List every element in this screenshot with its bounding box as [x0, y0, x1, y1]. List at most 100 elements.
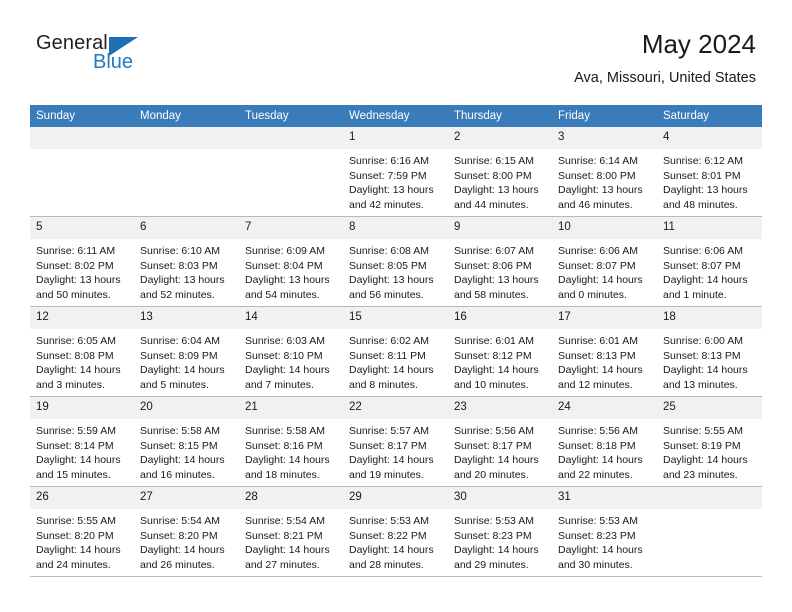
day-cell-inner: 7 Sunrise: 6:09 AM Sunset: 8:04 PM Daylight… — [239, 217, 343, 306]
sunset-time: Sunset: 8:21 PM — [245, 529, 323, 542]
calendar-day-cell[interactable]: 28 Sunrise: 5:54 AM Sunset: 8:21 PM Dayligh… — [239, 486, 343, 577]
day-sun-info: Sunrise: 6:10 AM Sunset: 8:03 PM Daylight:… — [134, 239, 239, 302]
day-sun-info: Sunrise: 5:58 AM Sunset: 8:16 PM Daylight:… — [239, 419, 343, 482]
calendar-week-row: 26 Sunrise: 5:55 AM Sunset: 8:20 PM Dayligh… — [30, 486, 762, 577]
calendar-day-cell[interactable]: 8 Sunrise: 6:08 AM Sunset: 8:05 PM Daylight… — [343, 216, 448, 307]
calendar-day-cell[interactable]: 24 Sunrise: 5:56 AM Sunset: 8:18 PM Dayligh… — [552, 396, 657, 487]
sunset-time: Sunset: 8:08 PM — [36, 349, 114, 362]
daylight-duration: Daylight: 13 hours and 52 minutes. — [140, 274, 225, 301]
sunset-time: Sunset: 8:13 PM — [663, 349, 741, 362]
calendar-day-cell[interactable]: 6 Sunrise: 6:10 AM Sunset: 8:03 PM Daylight… — [134, 216, 239, 307]
day-number: 12 — [30, 307, 134, 329]
daylight-duration: Daylight: 14 hours and 13 minutes. — [663, 364, 748, 391]
day-sun-info: Sunrise: 6:06 AM Sunset: 8:07 PM Daylight:… — [552, 239, 657, 302]
sunset-time: Sunset: 8:03 PM — [140, 259, 218, 272]
calendar-day-cell[interactable]: 5 Sunrise: 6:11 AM Sunset: 8:02 PM Daylight… — [30, 216, 134, 307]
calendar-day-cell[interactable]: 3 Sunrise: 6:14 AM Sunset: 8:00 PM Daylight… — [552, 127, 657, 217]
day-number: 9 — [448, 217, 552, 239]
calendar-day-cell[interactable]: 20 Sunrise: 5:58 AM Sunset: 8:15 PM Dayligh… — [134, 396, 239, 487]
calendar-day-cell[interactable]: 9 Sunrise: 6:07 AM Sunset: 8:06 PM Daylight… — [448, 216, 552, 307]
sunrise-time: Sunrise: 5:53 AM — [558, 515, 638, 527]
calendar-week-row: 1 Sunrise: 6:16 AM Sunset: 7:59 PM Daylight… — [30, 127, 762, 217]
daylight-duration: Daylight: 14 hours and 1 minute. — [663, 274, 748, 301]
day-sun-info: Sunrise: 5:53 AM Sunset: 8:23 PM Daylight:… — [448, 509, 552, 572]
calendar-day-cell[interactable]: 14 Sunrise: 6:03 AM Sunset: 8:10 PM Dayligh… — [239, 306, 343, 397]
day-sun-info: Sunrise: 5:53 AM Sunset: 8:22 PM Daylight:… — [343, 509, 448, 572]
day-sun-info: Sunrise: 5:59 AM Sunset: 8:14 PM Daylight:… — [30, 419, 134, 482]
sunset-time: Sunset: 8:23 PM — [558, 529, 636, 542]
day-number: 21 — [239, 397, 343, 419]
day-cell-inner: 27 Sunrise: 5:54 AM Sunset: 8:20 PM Dayligh… — [134, 487, 239, 576]
calendar-day-cell[interactable]: 23 Sunrise: 5:56 AM Sunset: 8:17 PM Dayligh… — [448, 396, 552, 487]
day-number: 27 — [134, 487, 239, 509]
day-sun-info: Sunrise: 6:01 AM Sunset: 8:13 PM Daylight:… — [552, 329, 657, 392]
sunset-time: Sunset: 8:07 PM — [558, 259, 636, 272]
calendar-day-cell[interactable]: 15 Sunrise: 6:02 AM Sunset: 8:11 PM Dayligh… — [343, 306, 448, 397]
calendar-week-row: 5 Sunrise: 6:11 AM Sunset: 8:02 PM Daylight… — [30, 216, 762, 307]
day-number: 30 — [448, 487, 552, 509]
day-cell-inner: 19 Sunrise: 5:59 AM Sunset: 8:14 PM Dayligh… — [30, 397, 134, 486]
sunset-time: Sunset: 8:10 PM — [245, 349, 323, 362]
weekday-header-thursday: Thursday — [448, 105, 552, 127]
day-cell-inner: 22 Sunrise: 5:57 AM Sunset: 8:17 PM Dayligh… — [343, 397, 448, 486]
calendar-day-cell[interactable]: 29 Sunrise: 5:53 AM Sunset: 8:22 PM Dayligh… — [343, 486, 448, 577]
sunrise-time: Sunrise: 6:15 AM — [454, 155, 534, 167]
sunrise-time: Sunrise: 6:00 AM — [663, 335, 743, 347]
daylight-duration: Daylight: 14 hours and 0 minutes. — [558, 274, 643, 301]
calendar-day-cell[interactable]: 18 Sunrise: 6:00 AM Sunset: 8:13 PM Dayligh… — [657, 306, 762, 397]
day-sun-info: Sunrise: 6:09 AM Sunset: 8:04 PM Daylight:… — [239, 239, 343, 302]
sunrise-time: Sunrise: 6:06 AM — [663, 245, 743, 257]
day-cell-inner: 25 Sunrise: 5:55 AM Sunset: 8:19 PM Dayligh… — [657, 397, 762, 486]
day-number — [657, 487, 762, 509]
calendar-day-cell[interactable]: 30 Sunrise: 5:53 AM Sunset: 8:23 PM Dayligh… — [448, 486, 552, 577]
calendar-day-cell[interactable]: 19 Sunrise: 5:59 AM Sunset: 8:14 PM Dayligh… — [30, 396, 134, 487]
sunset-time: Sunset: 8:20 PM — [36, 529, 114, 542]
calendar-day-cell[interactable]: 22 Sunrise: 5:57 AM Sunset: 8:17 PM Dayligh… — [343, 396, 448, 487]
daylight-duration: Daylight: 14 hours and 26 minutes. — [140, 544, 225, 571]
day-sun-info: Sunrise: 5:57 AM Sunset: 8:17 PM Daylight:… — [343, 419, 448, 482]
day-number: 23 — [448, 397, 552, 419]
daylight-duration: Daylight: 14 hours and 20 minutes. — [454, 454, 539, 481]
calendar-day-cell[interactable]: 21 Sunrise: 5:58 AM Sunset: 8:16 PM Dayligh… — [239, 396, 343, 487]
day-number: 20 — [134, 397, 239, 419]
daylight-duration: Daylight: 14 hours and 23 minutes. — [663, 454, 748, 481]
calendar-day-cell[interactable]: 2 Sunrise: 6:15 AM Sunset: 8:00 PM Daylight… — [448, 127, 552, 217]
sunrise-time: Sunrise: 5:58 AM — [140, 425, 220, 437]
day-cell-inner: 29 Sunrise: 5:53 AM Sunset: 8:22 PM Dayligh… — [343, 487, 448, 576]
day-cell-inner: 6 Sunrise: 6:10 AM Sunset: 8:03 PM Daylight… — [134, 217, 239, 306]
calendar-day-cell[interactable]: 27 Sunrise: 5:54 AM Sunset: 8:20 PM Dayligh… — [134, 486, 239, 577]
sunrise-time: Sunrise: 5:53 AM — [454, 515, 534, 527]
calendar-week-row: 19 Sunrise: 5:59 AM Sunset: 8:14 PM Dayligh… — [30, 396, 762, 487]
weekday-header-friday: Friday — [552, 105, 657, 127]
calendar-day-cell[interactable]: 26 Sunrise: 5:55 AM Sunset: 8:20 PM Dayligh… — [30, 486, 134, 577]
daylight-duration: Daylight: 13 hours and 54 minutes. — [245, 274, 330, 301]
daylight-duration: Daylight: 13 hours and 42 minutes. — [349, 184, 434, 211]
calendar-day-cell[interactable]: 7 Sunrise: 6:09 AM Sunset: 8:04 PM Daylight… — [239, 216, 343, 307]
day-number — [134, 127, 239, 149]
sunrise-time: Sunrise: 5:55 AM — [36, 515, 116, 527]
daylight-duration: Daylight: 14 hours and 7 minutes. — [245, 364, 330, 391]
sunrise-time: Sunrise: 6:08 AM — [349, 245, 429, 257]
calendar-day-cell[interactable]: 11 Sunrise: 6:06 AM Sunset: 8:07 PM Dayligh… — [657, 216, 762, 307]
general-blue-logo[interactable]: General Blue — [36, 32, 216, 78]
calendar-day-cell[interactable]: 10 Sunrise: 6:06 AM Sunset: 8:07 PM Dayligh… — [552, 216, 657, 307]
sunset-time: Sunset: 8:07 PM — [663, 259, 741, 272]
day-cell-inner: 12 Sunrise: 6:05 AM Sunset: 8:08 PM Dayligh… — [30, 307, 134, 396]
day-cell-inner: 30 Sunrise: 5:53 AM Sunset: 8:23 PM Dayligh… — [448, 487, 552, 576]
calendar-day-cell[interactable]: 16 Sunrise: 6:01 AM Sunset: 8:12 PM Dayligh… — [448, 306, 552, 397]
sunrise-time: Sunrise: 5:54 AM — [140, 515, 220, 527]
calendar-day-cell[interactable]: 12 Sunrise: 6:05 AM Sunset: 8:08 PM Dayligh… — [30, 306, 134, 397]
day-cell-inner: 9 Sunrise: 6:07 AM Sunset: 8:06 PM Daylight… — [448, 217, 552, 306]
calendar-day-cell[interactable]: 1 Sunrise: 6:16 AM Sunset: 7:59 PM Daylight… — [343, 127, 448, 217]
calendar-day-cell[interactable]: 4 Sunrise: 6:12 AM Sunset: 8:01 PM Daylight… — [657, 127, 762, 217]
calendar-day-cell[interactable]: 31 Sunrise: 5:53 AM Sunset: 8:23 PM Dayligh… — [552, 486, 657, 577]
day-cell-inner — [30, 127, 134, 216]
logo-text-blue: Blue — [93, 51, 134, 73]
day-cell-inner: 13 Sunrise: 6:04 AM Sunset: 8:09 PM Dayligh… — [134, 307, 239, 396]
calendar-day-cell[interactable]: 17 Sunrise: 6:01 AM Sunset: 8:13 PM Dayligh… — [552, 306, 657, 397]
calendar-day-cell[interactable]: 13 Sunrise: 6:04 AM Sunset: 8:09 PM Dayligh… — [134, 306, 239, 397]
calendar-day-cell[interactable]: 25 Sunrise: 5:55 AM Sunset: 8:19 PM Dayligh… — [657, 396, 762, 487]
day-sun-info: Sunrise: 6:12 AM Sunset: 8:01 PM Daylight:… — [657, 149, 762, 212]
weekday-header-saturday: Saturday — [657, 105, 762, 127]
weekday-header-monday: Monday — [134, 105, 239, 127]
